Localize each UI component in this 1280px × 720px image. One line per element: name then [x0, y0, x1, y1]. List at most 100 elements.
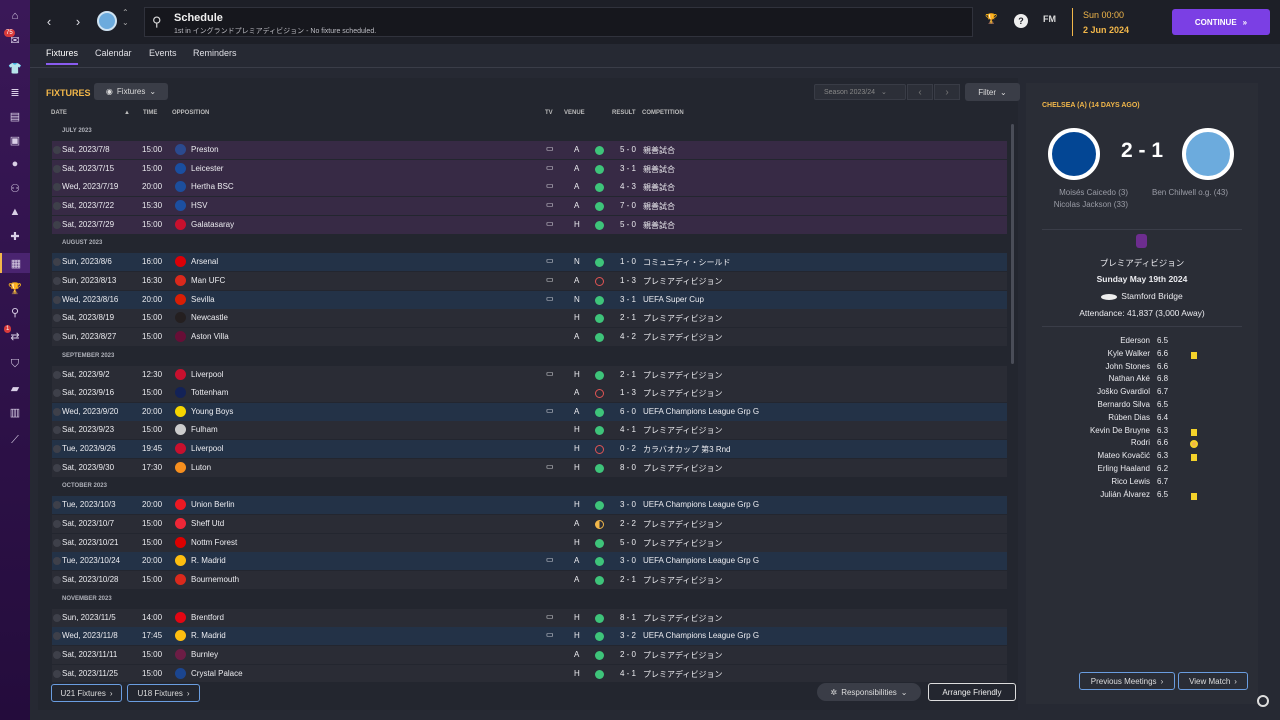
- recruitment-icon[interactable]: ⚇: [0, 178, 30, 198]
- tab-events[interactable]: Events: [149, 48, 177, 63]
- inbox-icon[interactable]: ✉ 75: [0, 29, 30, 50]
- opponent-crest-icon[interactable]: [175, 424, 186, 436]
- fixture-row[interactable]: Sat, 2023/11/25 15:00 Crystal Palace H 4 - 1…: [52, 664, 1007, 682]
- opponent-name[interactable]: Sevilla: [191, 295, 215, 304]
- fixture-row[interactable]: Sat, 2023/10/28 15:00 Bournemouth A 2 - 1 プレミ…: [52, 571, 1007, 589]
- man-city-crest-icon[interactable]: [1182, 128, 1234, 180]
- opponent-name[interactable]: Liverpool: [191, 444, 223, 453]
- competition-name[interactable]: 親善試合: [643, 182, 675, 193]
- competition-name[interactable]: プレミアディビジョン: [643, 332, 722, 343]
- player-rating-row[interactable]: Bernardo Silva 6.5: [1026, 400, 1258, 413]
- training-icon[interactable]: ●: [0, 154, 30, 174]
- opponent-name[interactable]: Aston Villa: [191, 332, 229, 341]
- opponent-name[interactable]: Newcastle: [191, 313, 228, 322]
- col-result[interactable]: RESULT: [612, 110, 636, 116]
- forward-button[interactable]: ›: [68, 11, 88, 31]
- search-icon[interactable]: ⚲: [152, 14, 162, 30]
- opponent-crest-icon[interactable]: [175, 368, 186, 380]
- row-select-dot[interactable]: [53, 650, 61, 659]
- tactics-icon[interactable]: ≣: [0, 82, 30, 102]
- opponent-name[interactable]: R. Madrid: [191, 556, 226, 565]
- fixture-row[interactable]: Wed, 2023/11/8 17:45 R. Madrid ▭ H 3 - 2 UEFA …: [52, 627, 1007, 646]
- competition-name[interactable]: カラバオカップ 第3 Rnd: [643, 444, 731, 455]
- row-select-dot[interactable]: [53, 426, 61, 435]
- view-match-button[interactable]: View Match ›: [1178, 672, 1248, 690]
- fixture-row[interactable]: Sat, 2023/7/29 15:00 Galatasaray ▭ H 5 - 0 親善試…: [52, 215, 1007, 234]
- fixture-row[interactable]: Sat, 2023/8/19 15:00 Newcastle H 2 - 1 プレミアディ…: [52, 309, 1007, 328]
- fixture-row[interactable]: Wed, 2023/7/19 20:00 Hertha BSC ▭ A 4 - 3 親善試合: [52, 178, 1007, 197]
- previous-meetings-button[interactable]: Previous Meetings ›: [1079, 672, 1175, 690]
- col-tv[interactable]: TV: [545, 110, 553, 116]
- opponent-name[interactable]: Union Berlin: [191, 500, 235, 509]
- fixture-row[interactable]: Tue, 2023/10/24 20:00 R. Madrid ▭ A 3 - 0 UEFA…: [52, 552, 1007, 571]
- fixture-row[interactable]: Sat, 2023/9/16 15:00 Tottenham A 1 - 3 プレミアディ…: [52, 384, 1007, 403]
- fixture-row[interactable]: Sat, 2023/7/22 15:30 HSV ▭ A 7 - 0 親善試合: [52, 196, 1007, 215]
- fixture-row[interactable]: Sat, 2023/10/7 15:00 Sheff Utd A 2 - 2 プレミアディ…: [52, 515, 1007, 534]
- opponent-crest-icon[interactable]: [175, 667, 186, 679]
- opponent-crest-icon[interactable]: [175, 611, 186, 623]
- row-select-dot[interactable]: [53, 407, 61, 416]
- competition-name[interactable]: プレミアディビジョン: [643, 425, 722, 436]
- club-switch-icon[interactable]: ⌃ ⌄: [122, 8, 129, 28]
- fixture-row[interactable]: Sun, 2023/11/5 14:00 Brentford ▭ H 8 - 1 プレミアデ…: [52, 608, 1007, 627]
- player-rating-row[interactable]: Rúben Dias 6.4: [1026, 413, 1258, 426]
- arrange-friendly-button[interactable]: Arrange Friendly: [928, 683, 1016, 701]
- opponent-name[interactable]: Bournemouth: [191, 575, 239, 584]
- sort-asc-icon[interactable]: ▲: [124, 110, 130, 116]
- col-venue[interactable]: VENUE: [564, 110, 585, 116]
- opponent-name[interactable]: Galatasaray: [191, 220, 234, 229]
- competition-name[interactable]: プレミアディビジョン: [643, 463, 722, 474]
- settings-icon[interactable]: [1257, 695, 1269, 707]
- opponent-crest-icon[interactable]: [175, 574, 186, 585]
- player-rating-row[interactable]: Joško Gvardiol 6.7: [1026, 387, 1258, 400]
- opponent-name[interactable]: Man UFC: [191, 276, 225, 285]
- fixture-row[interactable]: Tue, 2023/9/26 19:45 Liverpool H 0 - 2 カラバオカッ…: [52, 440, 1007, 459]
- player-rating-row[interactable]: Kevin De Bruyne 6.3: [1026, 426, 1258, 439]
- competition-name[interactable]: UEFA Champions League Grp G: [643, 407, 759, 416]
- fixture-row[interactable]: Sat, 2023/10/21 15:00 Nottm Forest H 5 - 0 プレ…: [52, 533, 1007, 552]
- opponent-crest-icon[interactable]: [175, 312, 186, 324]
- row-select-dot[interactable]: [53, 501, 61, 510]
- competition-name[interactable]: プレミアディビジョン: [643, 650, 722, 661]
- fixture-row[interactable]: Wed, 2023/8/16 20:00 Sevilla ▭ N 3 - 1 UEFA Su…: [52, 290, 1007, 309]
- opponent-crest-icon[interactable]: [175, 499, 186, 511]
- club-info-icon[interactable]: ⛉: [0, 354, 30, 374]
- col-opposition[interactable]: OPPOSITION: [172, 110, 209, 116]
- opponent-name[interactable]: R. Madrid: [191, 631, 226, 640]
- scrollbar[interactable]: [1011, 124, 1014, 364]
- next-season-button[interactable]: ›: [934, 84, 960, 100]
- player-rating-row[interactable]: Erling Haaland 6.2: [1026, 464, 1258, 477]
- medical-icon[interactable]: ▲: [0, 202, 30, 222]
- row-select-dot[interactable]: [53, 183, 61, 192]
- row-select-dot[interactable]: [53, 164, 61, 173]
- competition-name[interactable]: 親善試合: [643, 164, 675, 175]
- row-select-dot[interactable]: [53, 463, 61, 472]
- competition-name[interactable]: プレミアディビジョン: [643, 519, 722, 530]
- player-rating-row[interactable]: Nathan Aké 6.8: [1026, 374, 1258, 387]
- row-select-dot[interactable]: [53, 389, 61, 398]
- fixture-row[interactable]: Sat, 2023/7/8 15:00 Preston ▭ A 5 - 0 親善試合: [52, 141, 1007, 159]
- schedule-icon[interactable]: ▦: [0, 253, 30, 273]
- fixture-row[interactable]: Sat, 2023/9/23 15:00 Fulham H 4 - 1 プレミアディビジョ…: [52, 421, 1007, 440]
- row-select-dot[interactable]: [53, 295, 61, 304]
- row-select-dot[interactable]: [53, 276, 61, 285]
- fixture-row[interactable]: Sun, 2023/8/27 15:00 Aston Villa A 4 - 2 プレミア…: [52, 327, 1007, 346]
- competition-name[interactable]: UEFA Champions League Grp G: [643, 500, 759, 509]
- player-rating-row[interactable]: John Stones 6.6: [1026, 362, 1258, 375]
- competition-name[interactable]: プレミアディビジョン: [643, 276, 722, 287]
- home-scorer[interactable]: Moisés Caicedo (3): [1026, 187, 1128, 199]
- competition-name[interactable]: UEFA Super Cup: [643, 295, 704, 304]
- away-scorer[interactable]: Ben Chilwell o.g. (43): [1152, 187, 1228, 199]
- season-select[interactable]: Season 2023/24 ⌄: [814, 84, 906, 100]
- row-select-dot[interactable]: [53, 146, 61, 154]
- opponent-name[interactable]: Preston: [191, 145, 219, 154]
- opponent-crest-icon[interactable]: [175, 443, 186, 455]
- fixture-row[interactable]: Sun, 2023/8/13 16:30 Man UFC ▭ A 1 - 3 プレミアディビ…: [52, 271, 1007, 290]
- competition-name[interactable]: プレミアディビジョン: [643, 575, 722, 586]
- opponent-crest-icon[interactable]: [175, 555, 186, 567]
- u21-fixtures-button[interactable]: U21 Fixtures ›: [51, 684, 122, 702]
- opponent-name[interactable]: HSV: [191, 201, 207, 210]
- dev-center-icon[interactable]: ✚: [0, 226, 30, 246]
- opponent-name[interactable]: Fulham: [191, 425, 218, 434]
- date-display[interactable]: Sun 00:00 2 Jun 2024: [1072, 8, 1129, 36]
